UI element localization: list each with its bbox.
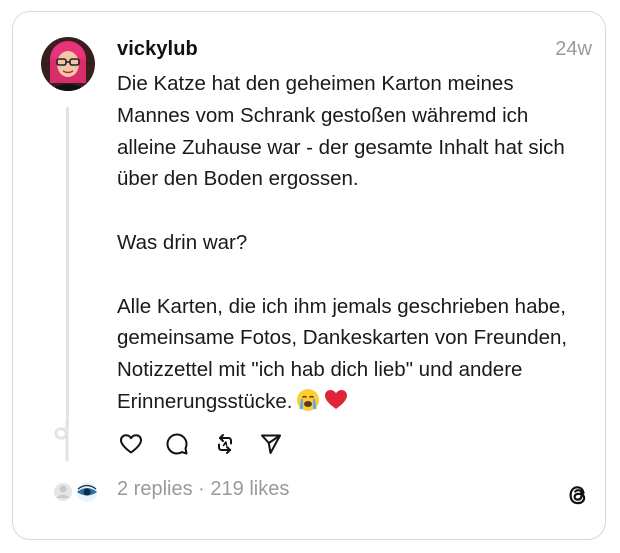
share-icon — [261, 434, 281, 454]
share-button[interactable] — [257, 430, 285, 458]
like-button[interactable] — [117, 430, 145, 458]
heart-icon — [120, 434, 142, 454]
thread-line — [66, 107, 69, 427]
repost-icon — [218, 434, 232, 454]
comment-icon — [166, 433, 188, 455]
likes-count[interactable]: 219 likes — [210, 478, 289, 500]
repost-button[interactable] — [211, 430, 239, 458]
post-paragraph: Was drin war? — [117, 230, 248, 254]
replier-avatars[interactable] — [50, 478, 106, 506]
crying-face-emoji — [296, 388, 320, 422]
avatar-image — [41, 37, 95, 91]
reply-button[interactable] — [163, 430, 191, 458]
post-paragraph: Die Katze hat den geheimen Karton meines… — [117, 72, 565, 191]
username[interactable]: vickylub — [117, 38, 198, 61]
red-heart-emoji — [324, 388, 348, 422]
replies-count[interactable]: 2 replies — [117, 478, 193, 500]
avatar[interactable] — [41, 37, 95, 91]
thread-curl-icon — [54, 420, 69, 462]
replier-avatar-group — [52, 480, 99, 504]
post-paragraph: Alle Karten, die ich ihm jemals geschrie… — [117, 291, 587, 422]
post-text: Die Katze hat den geheimen Karton meines… — [117, 68, 587, 422]
post-stats: 2 replies · 219 likes — [117, 478, 289, 501]
timestamp: 24w — [555, 38, 592, 60]
stats-separator: · — [192, 478, 211, 500]
threads-logo-icon[interactable] — [564, 481, 592, 509]
